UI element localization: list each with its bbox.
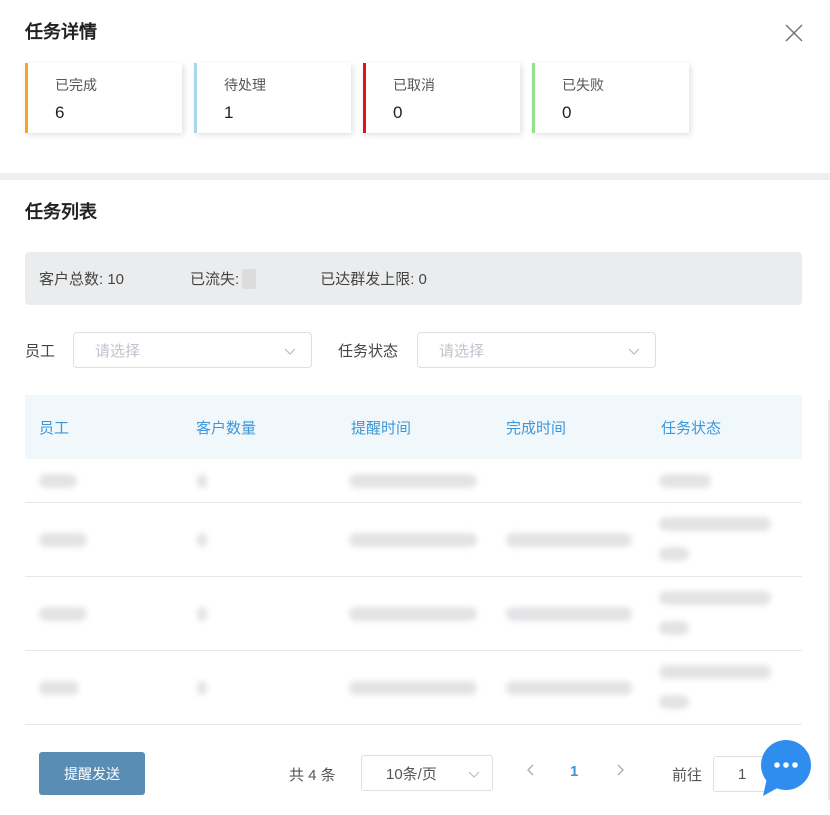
remind-send-button[interactable]: 提醒发送 — [39, 752, 145, 795]
stat-card-failed: 已失败 0 — [532, 63, 689, 133]
stat-color-bar — [363, 63, 366, 133]
status-stats: 已完成 6 待处理 1 已取消 0 已失败 0 — [25, 63, 701, 133]
page-size-value: 10条/页 — [386, 765, 437, 783]
status-cell-redacted — [659, 665, 771, 679]
complete-time-cell-redacted — [506, 607, 632, 621]
status-cell-redacted — [659, 474, 711, 488]
current-page[interactable]: 1 — [570, 763, 578, 780]
goto-page-value: 1 — [738, 765, 747, 783]
employee-select[interactable]: 请选择 — [73, 332, 313, 368]
table-row — [25, 577, 802, 651]
total-customers: 客户总数: 10 — [39, 271, 125, 288]
next-page-icon[interactable] — [613, 762, 627, 778]
chevron-down-icon — [628, 348, 640, 355]
remind-time-cell-redacted — [349, 533, 477, 547]
stat-color-bar — [25, 63, 28, 133]
complete-time-cell-redacted — [506, 533, 632, 547]
chevron-down-icon — [284, 348, 296, 355]
remind-time-cell-redacted — [349, 474, 477, 488]
status-select-placeholder: 请选择 — [439, 342, 485, 360]
column-header-customer-count[interactable]: 客户数量 — [196, 417, 256, 438]
stat-value: 6 — [55, 103, 65, 122]
task-detail-dialog: 任务详情 已完成 6 待处理 1 已取消 0 已失败 0 任务列表 客户总数: … — [0, 0, 830, 815]
dialog-header: 任务详情 — [25, 18, 805, 46]
table-row — [25, 651, 802, 725]
dialog-title: 任务详情 — [25, 22, 97, 42]
table-header: 员工 客户数量 提醒时间 完成时间 任务状态 — [25, 395, 802, 459]
table-row — [25, 503, 802, 577]
filter-bar: 员工 请选择 任务状态 请选择 — [25, 332, 657, 368]
status-cell-redacted — [659, 547, 689, 561]
employee-cell-redacted — [39, 607, 87, 621]
employee-cell-redacted — [39, 474, 77, 488]
employee-filter-label: 员工 — [25, 342, 56, 360]
page-size-select[interactable]: 10条/页 — [361, 755, 493, 791]
chevron-down-icon — [468, 771, 480, 778]
task-table: 员工 客户数量 提醒时间 完成时间 任务状态 — [25, 395, 802, 725]
task-list-title: 任务列表 — [25, 202, 97, 222]
status-cell-redacted — [659, 621, 689, 635]
stat-color-bar — [532, 63, 535, 133]
stat-label: 已失败 — [562, 77, 604, 93]
lost-customers: 已流失: — [190, 268, 257, 289]
table-footer: 提醒发送 共 4 条 10条/页 1 前往 1 — [0, 752, 830, 796]
stat-color-bar — [194, 63, 197, 133]
count-cell-redacted — [197, 607, 207, 621]
count-cell-redacted — [197, 533, 207, 547]
complete-time-cell-redacted — [506, 681, 632, 695]
count-cell-redacted — [197, 681, 207, 695]
status-select[interactable]: 请选择 — [417, 332, 657, 368]
lost-value-redacted — [242, 268, 257, 289]
column-header-remind-time[interactable]: 提醒时间 — [351, 417, 411, 438]
column-header-employee[interactable]: 员工 — [39, 417, 69, 438]
employee-cell-redacted — [39, 681, 79, 695]
column-header-complete-time[interactable]: 完成时间 — [506, 417, 566, 438]
stat-label: 待处理 — [224, 77, 266, 93]
stat-label: 已完成 — [55, 77, 97, 93]
remind-time-cell-redacted — [349, 607, 477, 621]
stat-value: 0 — [393, 103, 403, 122]
lost-label: 已流失: — [190, 271, 240, 288]
employee-cell-redacted — [39, 533, 87, 547]
stat-card-cancelled: 已取消 0 — [363, 63, 520, 133]
remind-time-cell-redacted — [349, 681, 477, 695]
status-cell-redacted — [659, 517, 771, 531]
status-filter-label: 任务状态 — [338, 342, 399, 360]
count-cell-redacted — [197, 474, 207, 488]
prev-page-icon[interactable] — [524, 762, 538, 778]
stat-label: 已取消 — [393, 77, 435, 93]
goto-label: 前往 — [672, 767, 703, 784]
stat-card-pending: 待处理 1 — [194, 63, 351, 133]
status-cell-redacted — [659, 591, 771, 605]
employee-select-placeholder: 请选择 — [95, 342, 141, 360]
column-header-task-status[interactable]: 任务状态 — [661, 417, 721, 438]
total-count: 共 4 条 — [289, 767, 336, 784]
section-divider — [0, 173, 830, 180]
chat-bubble-icon[interactable] — [759, 740, 813, 800]
table-row — [25, 459, 802, 503]
stat-value: 1 — [224, 103, 234, 122]
close-icon[interactable] — [783, 22, 805, 44]
stat-value: 0 — [562, 103, 572, 122]
send-limit: 已达群发上限: 0 — [320, 271, 427, 288]
summary-bar: 客户总数: 10 已流失: 已达群发上限: 0 — [25, 252, 802, 305]
stat-card-completed: 已完成 6 — [25, 63, 182, 133]
status-cell-redacted — [659, 695, 689, 709]
